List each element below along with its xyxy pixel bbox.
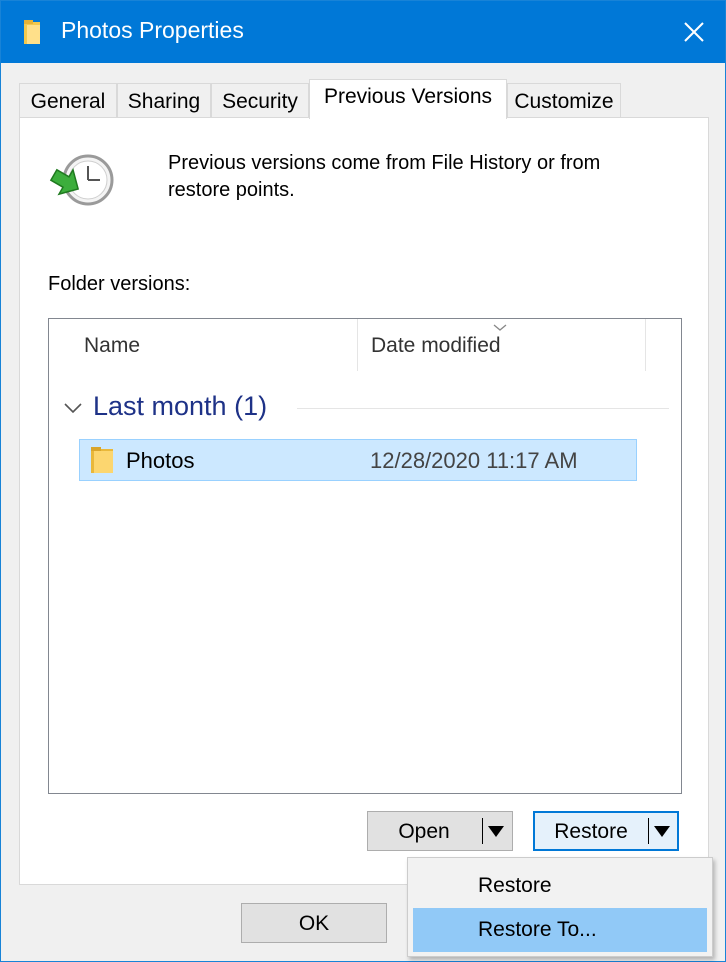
- group-divider: [297, 408, 669, 409]
- close-icon: [684, 22, 704, 42]
- tab-previous-versions[interactable]: Previous Versions: [309, 79, 507, 119]
- column-header-name[interactable]: Name: [49, 319, 357, 371]
- dropdown-arrow-icon[interactable]: [488, 826, 504, 837]
- dropdown-arrow-icon[interactable]: [654, 826, 670, 837]
- tab-customize[interactable]: Customize: [507, 83, 621, 119]
- tab-strip: General Sharing Security Previous Versio…: [19, 79, 709, 119]
- group-header[interactable]: Last month (1): [93, 391, 267, 422]
- folder-icon: [90, 446, 114, 479]
- tab-general[interactable]: General: [19, 83, 117, 119]
- clock-restore-icon: [46, 150, 114, 208]
- ok-button[interactable]: OK: [241, 903, 387, 943]
- restore-dropdown-menu: Restore Restore To...: [407, 857, 713, 957]
- folder-versions-label: Folder versions:: [48, 273, 191, 295]
- folder-icon: [23, 19, 41, 45]
- open-button[interactable]: Open: [367, 811, 513, 851]
- intro-text: Previous versions come from File History…: [168, 152, 601, 201]
- versions-list[interactable]: Name Date modified Last month (1) Photos…: [48, 318, 682, 794]
- item-date-modified: 12/28/2020 11:17 AM: [370, 448, 578, 473]
- restore-button[interactable]: Restore: [533, 811, 679, 851]
- list-item[interactable]: Photos 12/28/2020 11:17 AM: [79, 439, 637, 481]
- tab-sharing[interactable]: Sharing: [117, 83, 211, 119]
- previous-versions-panel: Previous versions come from File History…: [19, 117, 709, 885]
- column-divider: [645, 319, 646, 371]
- tab-security[interactable]: Security: [211, 83, 309, 119]
- menu-item-restore-to[interactable]: Restore To...: [413, 908, 707, 952]
- menu-item-restore[interactable]: Restore: [413, 864, 707, 908]
- title-bar[interactable]: Photos Properties: [1, 1, 725, 63]
- sort-indicator-icon: [493, 319, 507, 337]
- chevron-down-icon[interactable]: [63, 401, 83, 419]
- item-name: Photos: [126, 448, 195, 473]
- window-title: Photos Properties: [61, 17, 244, 43]
- close-button[interactable]: [663, 1, 725, 63]
- properties-dialog: Photos Properties General Sharing Securi…: [0, 0, 726, 962]
